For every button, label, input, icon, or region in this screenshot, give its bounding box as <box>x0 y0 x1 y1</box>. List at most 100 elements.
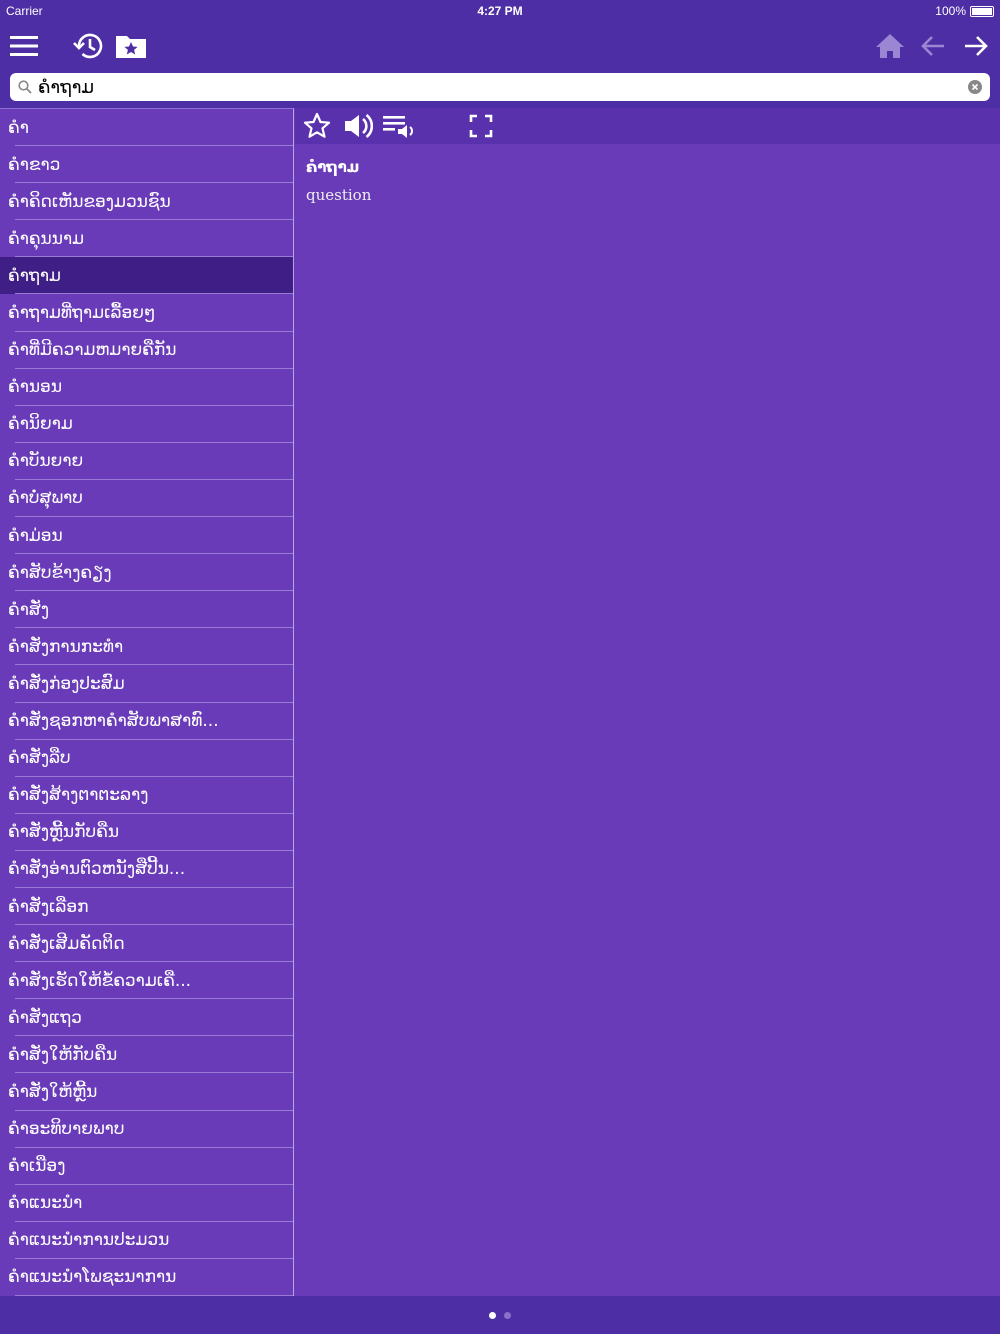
list-item-label: ຄຳສັ່ງແຖວ <box>8 1007 82 1028</box>
list-item[interactable]: ຄຳບັນຍາຍ <box>0 443 293 480</box>
list-item-label: ຄຳຖາມ <box>8 265 61 286</box>
history-button[interactable] <box>70 28 106 64</box>
headword: ຄຳຖາມ <box>306 158 360 176</box>
list-item[interactable]: ຄຳສັ່ງໃຫ້ຫຼີ້ນ <box>0 1073 293 1111</box>
speaker-icon <box>345 113 373 139</box>
list-item[interactable]: ຄຳຖາມ <box>0 257 293 295</box>
list-item-label: ຄຳ <box>8 117 29 138</box>
list-item[interactable]: ຄຳຖາມທີ່ຖາມເລື້ອຍໆ <box>0 294 293 332</box>
list-item-label: ຄຳສັ່ງເລືອກ <box>8 896 89 917</box>
list-item-label: ຄຳສັ່ງຫຼີ້ນກັບຄືນ <box>8 822 120 843</box>
star-folder-icon <box>116 36 146 58</box>
list-item-label: ຄຳສັ່ງເສີມຄັດຕິດ <box>8 933 125 954</box>
search-input[interactable] <box>38 76 962 98</box>
definition-text: question <box>306 186 372 204</box>
fullscreen-icon <box>469 114 493 138</box>
list-item[interactable]: ຄຳສັ່ງໃຫ້ກັບຄືນ <box>0 1036 293 1074</box>
definition-panel: ຄຳຖາມ question <box>295 108 1000 1296</box>
hamburger-icon <box>10 36 38 56</box>
list-item[interactable]: ຄຳສັ່ງ <box>0 591 293 629</box>
toolbar <box>0 22 1000 70</box>
list-item[interactable]: ຄຳຄຸນນາມ <box>0 220 293 258</box>
list-item-label: ຄຳນິຍາມ <box>8 414 73 435</box>
list-item[interactable]: ຄຳສັ່ງສ້າງຕາຕະລາງ <box>0 777 293 814</box>
battery-icon <box>970 5 994 17</box>
speak-button[interactable] <box>343 112 373 140</box>
clear-search-icon[interactable] <box>968 80 982 94</box>
list-item-label: ຄຳແນະນຳການປະມວນ <box>8 1230 170 1251</box>
status-bar: Carrier 4:27 PM 100% <box>0 0 1000 22</box>
text-speech-icon <box>383 116 413 138</box>
list-item-label: ຄຳບັນຍາຍ <box>8 451 84 472</box>
list-item-label: ຄຳບໍ່ສຸພາບ <box>8 488 83 509</box>
battery-label: 100% <box>935 4 966 18</box>
list-item[interactable]: ຄຳສັ່ງເຮັດໃຫ້ຂໍ້ຄວາມເຄື... <box>0 962 293 1000</box>
list-item-label: ຄຳມ່ອນ <box>8 525 63 546</box>
star-icon <box>303 112 331 138</box>
read-aloud-button[interactable] <box>383 112 417 140</box>
list-item[interactable]: ຄຳເນືອງ <box>0 1148 293 1185</box>
list-item-label: ຄຳສັ່ງໃຫ້ຫຼີ້ນ <box>8 1081 98 1102</box>
list-item-label: ຄຳແນະນຳໂພຊະນາການ <box>8 1267 177 1288</box>
list-item[interactable]: ຄຳສັ່ງເລືອກ <box>0 888 293 926</box>
list-item-label: ຄຳຄິດເຫັນຂອງມວນຊົນ <box>8 191 171 212</box>
list-item[interactable]: ຄຳສັ່ງອ່ານຕົວຫນັງສືປີ້ນ... <box>0 851 293 888</box>
search-icon <box>18 80 32 94</box>
list-item-label: ຄຳສັ່ງການກະທຳ <box>8 636 124 657</box>
forward-button[interactable] <box>958 28 994 64</box>
list-item[interactable]: ຄຳອະທິບາຍພາບ <box>0 1111 293 1148</box>
arrow-left-icon <box>921 36 944 56</box>
list-item-label: ຄຳຄຸນນາມ <box>8 228 85 249</box>
list-item-label: ຄຳນອນ <box>8 377 63 398</box>
list-item[interactable]: ຄຳແນະນຳ <box>0 1185 293 1222</box>
list-item-label: ຄຳສັ່ງໃຫ້ກັບຄືນ <box>8 1044 118 1065</box>
arrow-right-icon <box>965 36 988 56</box>
search-field <box>10 73 990 101</box>
list-item-label: ຄຳແນະນຳ <box>8 1193 83 1214</box>
list-item-label: ຄຳສັ່ງ <box>8 599 50 620</box>
clock: 4:27 PM <box>477 4 523 18</box>
list-item[interactable]: ຄຳສັ່ງລືບ <box>0 740 293 777</box>
list-item[interactable]: ຄຳນິຍາມ <box>0 406 293 443</box>
list-item[interactable]: ຄຳມ່ອນ <box>0 517 293 555</box>
list-item[interactable]: ຄຳທີ່ມີຄວາມຫມາຍຄືກັນ <box>0 332 293 369</box>
list-item[interactable]: ຄຳສັບຂ້າງຄຽງ <box>0 554 293 592</box>
list-item-label: ຄຳສັ່ງສ້າງຕາຕະລາງ <box>8 785 149 806</box>
list-item[interactable]: ຄຳບໍ່ສຸພາບ <box>0 480 293 518</box>
home-button[interactable] <box>872 28 908 64</box>
fullscreen-button[interactable] <box>466 112 496 140</box>
list-item-label: ຄຳຖາມທີ່ຖາມເລື້ອຍໆ <box>8 303 156 324</box>
list-item-label: ຄຳເນືອງ <box>8 1156 66 1177</box>
list-item-label: ຄຳສັ່ງເຮັດໃຫ້ຂໍ້ຄວາມເຄື... <box>8 970 192 991</box>
list-item-label: ຄຳທີ່ມີຄວາມຫມາຍຄືກັນ <box>8 340 177 361</box>
list-item[interactable]: ຄຳແນະນຳການປະມວນ <box>0 1222 293 1259</box>
list-item[interactable]: ຄຳສັ່ງກ່ອງປະສົມ <box>0 665 293 703</box>
list-item-label: ຄຳສັ່ງກ່ອງປະສົມ <box>8 673 125 694</box>
page-dot[interactable] <box>489 1311 496 1319</box>
list-item[interactable]: ຄຳສັ່ງເສີມຄັດຕິດ <box>0 925 293 963</box>
favorites-folder-button[interactable] <box>113 28 149 64</box>
word-list[interactable]: ຄຳຄຳຂາວຄຳຄິດເຫັນຂອງມວນຊົນຄຳຄຸນນາມຄຳຖາມຄຳ… <box>0 108 294 1296</box>
definition-toolbar <box>295 108 1000 144</box>
search-bar <box>0 70 1000 108</box>
back-button[interactable] <box>915 28 951 64</box>
list-item[interactable]: ຄຳນອນ <box>0 369 293 406</box>
list-item[interactable]: ຄຳ <box>0 109 293 147</box>
list-item[interactable]: ຄຳສັ່ງຊອກຫາຄຳສັບພາສາທົ... <box>0 703 293 740</box>
list-item[interactable]: ຄຳສັ່ງການກະທຳ <box>0 628 293 666</box>
list-item[interactable]: ຄຳຄິດເຫັນຂອງມວນຊົນ <box>0 183 293 221</box>
history-icon <box>73 33 103 59</box>
battery-status: 100% <box>935 4 994 18</box>
page-dot[interactable] <box>504 1311 511 1319</box>
menu-button[interactable] <box>6 28 42 64</box>
list-item-label: ຄຳຂາວ <box>8 154 61 175</box>
list-item[interactable]: ຄຳສັ່ງແຖວ <box>0 999 293 1037</box>
favorite-button[interactable] <box>302 112 332 140</box>
list-item[interactable]: ຄຳສັ່ງຫຼີ້ນກັບຄືນ <box>0 814 293 851</box>
list-item[interactable]: ຄຳຂາວ <box>0 146 293 184</box>
list-item-label: ຄຳສັ່ງລືບ <box>8 748 71 769</box>
list-item-label: ຄຳສັ່ງອ່ານຕົວຫນັງສືປີ້ນ... <box>8 859 186 880</box>
list-item[interactable]: ຄຳແນະນຳໂພຊະນາການ <box>0 1259 293 1296</box>
list-item-label: ຄຳສັ່ງຊອກຫາຄຳສັບພາສາທົ... <box>8 711 219 732</box>
home-icon <box>876 34 904 58</box>
